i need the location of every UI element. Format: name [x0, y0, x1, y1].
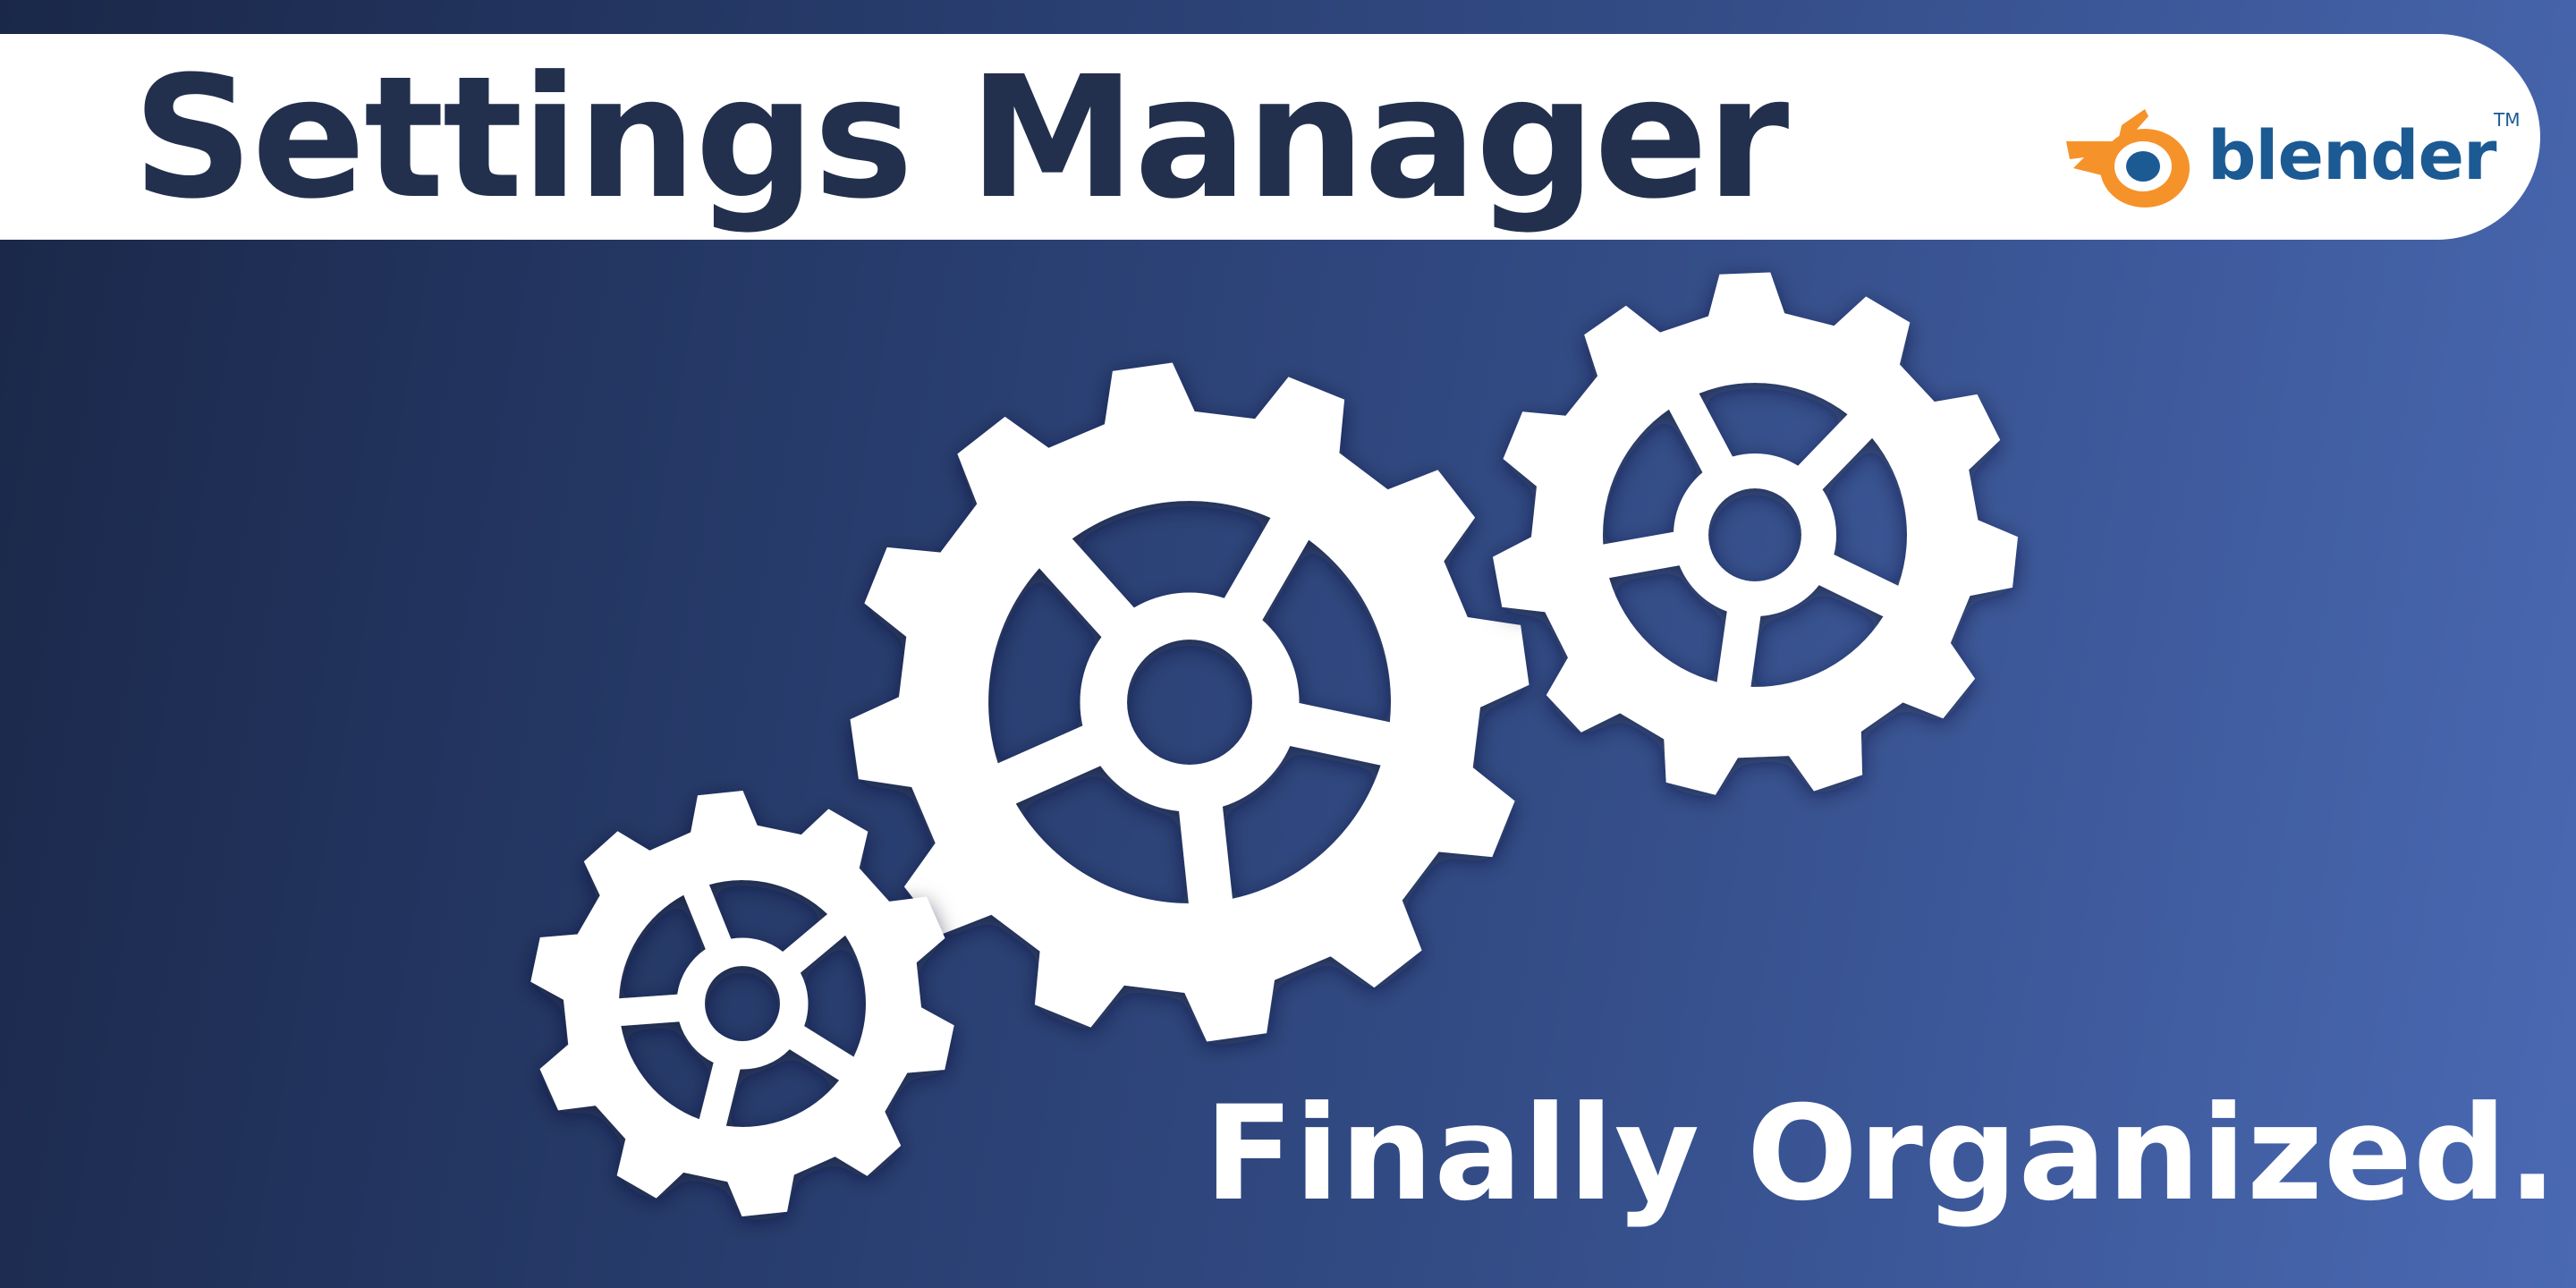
gear-small-shape	[530, 791, 954, 1216]
tagline: Finally Organized.	[1204, 1078, 2558, 1230]
gear-medium-shape	[1493, 272, 2018, 795]
gear-large-shape	[850, 362, 1530, 1042]
gear-large	[850, 362, 1530, 1042]
promo-banner: Settings Manager blender TM Finally Orga…	[0, 0, 2576, 1288]
gear-small	[530, 791, 954, 1216]
gear-medium	[1493, 272, 2018, 795]
